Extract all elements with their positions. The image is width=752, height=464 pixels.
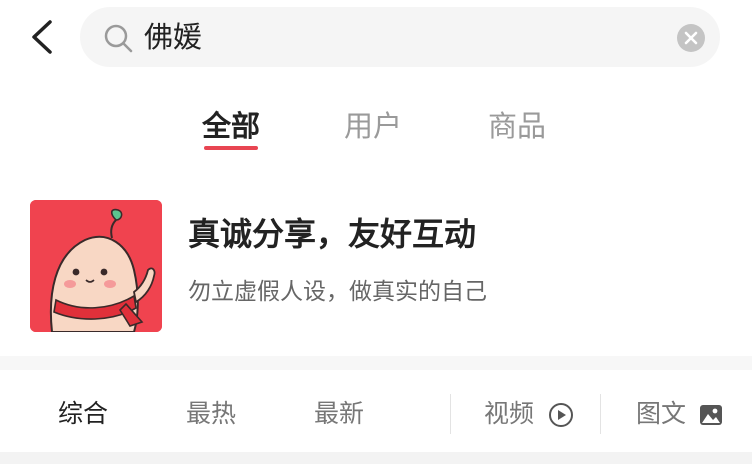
notice-subtitle: 勿立虚假人设，做真实的自己 — [188, 279, 487, 305]
image-icon — [700, 405, 722, 425]
filter-separator — [450, 394, 451, 434]
tab-all[interactable]: 全部 — [186, 104, 276, 148]
community-notice-card[interactable]: 真诚分享，友好互动 勿立虚假人设，做真实的自己 — [0, 190, 752, 350]
search-box[interactable]: 佛媛 — [80, 7, 720, 67]
bottom-divider — [0, 452, 752, 464]
tab-users[interactable]: 用户 — [328, 104, 418, 148]
tab-products[interactable]: 商品 — [472, 104, 562, 148]
filter-newest[interactable]: 最新 — [314, 392, 364, 436]
play-circle-icon — [549, 403, 573, 427]
mascot-illustration — [30, 200, 162, 332]
filter-hottest[interactable]: 最热 — [186, 392, 236, 436]
clear-icon[interactable] — [676, 23, 706, 53]
top-bar: 佛媛 — [0, 0, 752, 80]
section-divider — [0, 356, 752, 370]
chevron-left-icon[interactable] — [22, 16, 62, 58]
search-icon — [104, 24, 133, 53]
filter-comprehensive[interactable]: 综合 — [58, 392, 108, 436]
filter-separator — [600, 394, 601, 434]
active-tab-indicator — [204, 146, 258, 150]
filter-image-text[interactable]: 图文 — [636, 392, 686, 436]
search-input[interactable]: 佛媛 — [144, 17, 202, 57]
mascot-avatar-icon — [30, 200, 162, 332]
notice-title: 真诚分享，友好互动 — [188, 215, 477, 253]
filter-video[interactable]: 视频 — [484, 392, 534, 436]
filter-bar: 综合 最热 最新 视频 图文 — [0, 370, 752, 464]
result-tabs: 全部 用户 商品 — [0, 100, 752, 160]
